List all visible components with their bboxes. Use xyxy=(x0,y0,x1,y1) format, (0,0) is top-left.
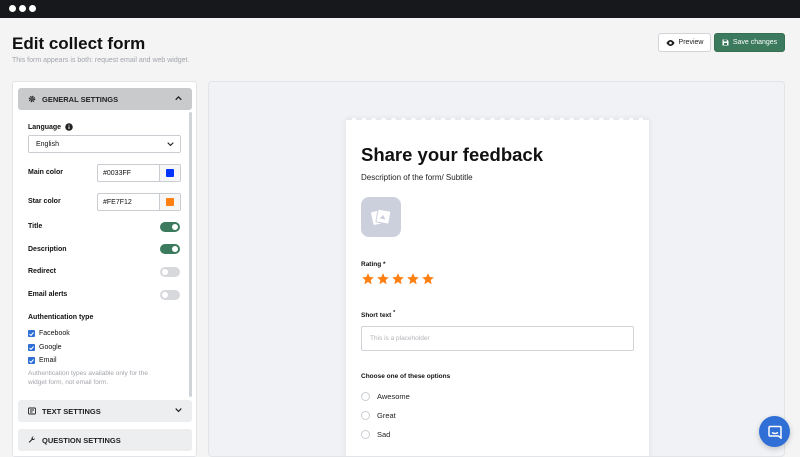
main-color-input[interactable]: #0033FF xyxy=(97,164,181,182)
choice-option[interactable]: Sad xyxy=(361,430,390,439)
choice-label: Awesome xyxy=(377,392,410,401)
radio-button[interactable] xyxy=(361,411,370,420)
star-color-input[interactable]: #FE7F12 xyxy=(97,193,181,211)
language-value: English xyxy=(36,140,59,148)
title-toggle-label: Title xyxy=(28,223,43,230)
google-label: Google xyxy=(39,344,62,351)
auth-email-row[interactable]: Email xyxy=(28,357,57,364)
image-placeholder-icon xyxy=(371,208,392,225)
rating-star-icon[interactable] xyxy=(391,272,405,286)
redirect-toggle[interactable] xyxy=(160,267,180,277)
star-color-label: Star color xyxy=(28,198,61,205)
choice-label: Sad xyxy=(377,430,391,439)
auth-facebook-row[interactable]: Facebook xyxy=(28,330,70,337)
text-icon xyxy=(28,407,36,415)
chevron-up-icon xyxy=(175,96,182,101)
main-color-label: Main color xyxy=(28,169,64,176)
short-text-label: Short text xyxy=(361,312,392,320)
form-title: Share your feedback xyxy=(361,144,543,165)
short-text-input[interactable]: This is a placeholder xyxy=(361,326,634,351)
language-label: Language xyxy=(28,123,62,131)
choice-question-label: Choose one of these options xyxy=(361,373,451,380)
choice-option[interactable]: Awesome xyxy=(361,392,410,401)
gear-icon xyxy=(28,95,36,103)
choice-label: Great xyxy=(377,411,396,420)
facebook-checkbox[interactable] xyxy=(28,330,35,337)
panel-scrollbar[interactable] xyxy=(189,112,192,397)
rating-star-icon[interactable] xyxy=(421,272,435,286)
rating-label: Rating xyxy=(361,261,382,268)
page-subtitle: This form appears is both: request email… xyxy=(12,57,190,64)
info-icon[interactable] xyxy=(65,123,73,131)
window-titlebar xyxy=(0,0,800,18)
description-toggle[interactable] xyxy=(160,244,180,254)
page-title: Edit collect form xyxy=(12,34,146,53)
save-icon xyxy=(722,39,729,46)
radio-button[interactable] xyxy=(361,392,370,401)
rating-star-icon[interactable] xyxy=(406,272,420,286)
window-dot-icon xyxy=(29,5,36,12)
chat-launcher-button[interactable] xyxy=(759,416,790,447)
star-color-value: #FE7F12 xyxy=(103,198,132,206)
chat-icon xyxy=(767,425,782,439)
rating-star-icon[interactable] xyxy=(376,272,390,286)
choice-option[interactable]: Great xyxy=(361,411,396,420)
main-color-picker[interactable] xyxy=(159,165,180,181)
rating-stars[interactable] xyxy=(361,272,435,286)
preview-button[interactable]: Preview xyxy=(658,33,711,52)
text-settings-title: TEXT SETTINGS xyxy=(42,406,101,416)
chevron-down-icon xyxy=(167,142,174,147)
question-settings-title: QUESTION SETTINGS xyxy=(42,435,121,445)
rating-question-label: Rating * xyxy=(361,261,386,268)
google-checkbox[interactable] xyxy=(28,344,35,351)
email-label: Email xyxy=(39,357,57,364)
language-label-row: Language xyxy=(28,123,73,131)
main-color-swatch xyxy=(166,169,174,177)
text-settings-header[interactable]: TEXT SETTINGS xyxy=(18,400,192,422)
main-color-value: #0033FF xyxy=(103,169,132,177)
save-changes-button[interactable]: Save changes xyxy=(714,33,785,52)
auth-type-label: Authentication type xyxy=(28,314,94,321)
settings-panel: GENERAL SETTINGS Language English Main c… xyxy=(12,81,197,457)
description-toggle-label: Description xyxy=(28,246,67,253)
question-settings-header[interactable]: QUESTION SETTINGS xyxy=(18,429,192,451)
form-logo-placeholder[interactable] xyxy=(361,197,401,237)
redirect-toggle-label: Redirect xyxy=(28,268,57,275)
star-color-picker[interactable] xyxy=(159,194,180,210)
rating-star-icon[interactable] xyxy=(361,272,375,286)
language-select[interactable]: English xyxy=(28,135,181,153)
facebook-label: Facebook xyxy=(39,330,70,337)
form-description: Description of the form/ Subtitle xyxy=(361,173,473,182)
email-checkbox[interactable] xyxy=(28,357,35,364)
form-preview-card: Share your feedback Description of the f… xyxy=(346,118,649,456)
form-preview-canvas: Share your feedback Description of the f… xyxy=(208,81,785,457)
general-settings-header[interactable]: GENERAL SETTINGS xyxy=(18,88,192,110)
preview-label: Preview xyxy=(678,39,704,46)
star-color-swatch xyxy=(166,198,174,206)
save-label: Save changes xyxy=(732,39,778,46)
radio-button[interactable] xyxy=(361,430,370,439)
window-dot-icon xyxy=(9,5,16,12)
short-text-question-label: Short text * xyxy=(361,310,395,319)
general-settings-title: GENERAL SETTINGS xyxy=(42,94,119,104)
short-text-required-mark: * xyxy=(393,310,396,316)
rating-required-mark: * xyxy=(383,261,386,268)
window-dot-icon xyxy=(19,5,26,12)
auth-note: Authentication types available only for … xyxy=(28,370,148,386)
eye-icon xyxy=(666,39,675,46)
email-alerts-toggle[interactable] xyxy=(160,290,180,300)
chevron-down-icon xyxy=(175,408,182,413)
email-alerts-toggle-label: Email alerts xyxy=(28,291,68,298)
auth-google-row[interactable]: Google xyxy=(28,344,62,351)
wrench-icon xyxy=(28,436,36,443)
title-toggle[interactable] xyxy=(160,222,180,232)
